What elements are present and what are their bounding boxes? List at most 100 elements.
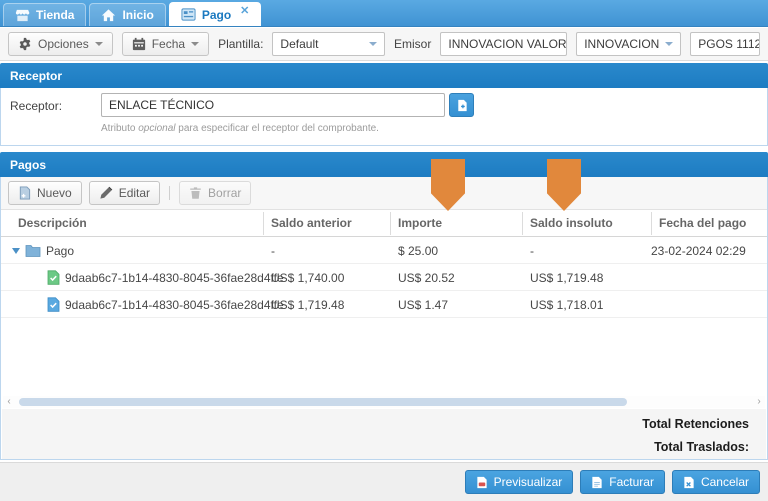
column-header-descripcion[interactable]: Descripción [18,216,87,230]
tab-pago[interactable]: Pago ✕ [169,2,262,26]
column-separator [263,212,264,235]
home-icon [101,8,116,23]
plantilla-label: Plantilla: [218,37,263,51]
emisor-combobox[interactable]: INNOVACION VALOR [440,32,567,56]
row-importe: US$ 1.47 [398,298,448,312]
receptor-panel: Receptor Receptor: Atributo opcional par… [0,63,768,146]
plantilla-value: Default [280,37,318,51]
chevron-down-icon [665,42,673,46]
scrollbar-track[interactable] [15,397,753,407]
scroll-left-icon[interactable]: ‹ [3,397,15,407]
add-document-icon [456,99,468,112]
fecha-button[interactable]: Fecha [122,32,209,56]
borrar-label: Borrar [208,186,241,200]
column-header-fecha-del-pago[interactable]: Fecha del pago [659,216,746,230]
document-check-green-icon [47,270,60,285]
row-saldo-insoluto: US$ 1,718.01 [530,298,603,312]
toolbar-separator [169,186,170,200]
row-saldo-insoluto: US$ 1,719.48 [530,271,603,285]
total-retenciones-label: Total Retenciones [642,417,749,431]
pencil-icon [99,186,113,200]
chevron-down-icon [369,42,377,46]
borrar-button[interactable]: Borrar [179,181,251,205]
row-fecha-del-pago: 23-02-2024 02:29 [651,244,746,258]
nuevo-label: Nuevo [37,186,72,200]
table-row-pago[interactable]: Pago - $ 25.00 - 23-02-2024 02:29 [1,237,767,264]
pagos-panel: Pagos Nuevo Editar [0,152,768,460]
calendar-icon [132,37,146,51]
tab-label: Inicio [122,8,153,22]
chevron-down-icon [191,42,199,46]
nuevo-button[interactable]: Nuevo [8,181,82,205]
grid-header-row: Descripción Saldo anterior Importe Saldo… [1,210,767,237]
sucursal-value: INNOVACION MATRIZ [584,37,659,51]
opciones-label: Opciones [38,37,89,51]
add-receptor-button[interactable] [449,93,474,117]
editar-button[interactable]: Editar [89,181,160,205]
facturar-button[interactable]: Facturar [580,470,665,494]
application-window: Tienda Inicio Pago ✕ Opciones [0,0,768,501]
pdf-preview-icon [476,476,488,489]
table-row-documento-1[interactable]: 9daab6c7-1b14-4830-8045-36fae28d4ffe US$… [1,264,767,291]
document-check-blue-icon [47,297,60,312]
row-saldo-anterior: US$ 1,719.48 [271,298,344,312]
form-icon [181,7,196,22]
totals-summary: Total Retenciones Total Traslados: Total… [2,409,766,460]
opciones-button[interactable]: Opciones [8,32,113,56]
tab-inicio[interactable]: Inicio [89,3,165,26]
horizontal-scrollbar[interactable]: ‹ › [3,396,765,408]
receptor-helper-text: Atributo opcional para especificar el re… [101,123,379,134]
plantilla-combobox[interactable]: Default [272,32,385,56]
receptor-panel-title: Receptor [10,69,62,83]
scroll-right-icon[interactable]: › [753,397,765,407]
gear-icon [18,37,32,51]
chevron-down-icon [95,42,103,46]
serie-value: PGOS 11124 [698,37,760,51]
tree-expander-icon[interactable] [12,248,20,254]
cancel-document-icon [683,476,695,489]
fecha-label: Fecha [152,37,185,51]
pagos-toolbar: Nuevo Editar Borrar [1,177,767,210]
receptor-input[interactable] [101,93,445,117]
cancelar-label: Cancelar [701,475,749,489]
new-document-icon [18,186,31,200]
column-separator [522,212,523,235]
tab-bar: Tienda Inicio Pago ✕ [0,0,768,27]
serie-combobox[interactable]: PGOS 11124 [690,32,760,56]
tab-close-icon[interactable]: ✕ [240,4,249,17]
total-traslados-label: Total Traslados: [654,440,749,454]
previsualizar-label: Previsualizar [494,475,563,489]
row-description: 9daab6c7-1b14-4830-8045-36fae28d4ffe [65,271,284,285]
row-importe: $ 25.00 [398,244,438,258]
row-importe: US$ 20.52 [398,271,455,285]
previsualizar-button[interactable]: Previsualizar [465,470,574,494]
scrollbar-thumb[interactable] [19,398,627,406]
column-separator [651,212,652,235]
row-saldo-anterior: - [271,244,275,258]
receptor-panel-header: Receptor [0,63,768,88]
folder-icon [25,244,41,257]
facturar-label: Facturar [609,475,654,489]
column-header-saldo-anterior[interactable]: Saldo anterior [271,216,352,230]
column-header-saldo-insoluto[interactable]: Saldo insoluto [530,216,613,230]
store-icon [15,8,30,23]
table-row-documento-2[interactable]: 9daab6c7-1b14-4830-8045-36fae28d4ffe US$… [1,291,767,318]
editar-label: Editar [119,186,150,200]
pagos-panel-header: Pagos [0,152,768,177]
invoice-document-icon [591,476,603,489]
cancelar-button[interactable]: Cancelar [672,470,760,494]
trash-icon [189,186,202,200]
tab-tienda[interactable]: Tienda [3,3,86,26]
receptor-field-label: Receptor: [10,99,62,113]
emisor-value: INNOVACION VALOR [448,37,566,51]
emisor-label: Emisor [394,37,431,51]
sucursal-combobox[interactable]: INNOVACION MATRIZ [576,32,681,56]
column-header-importe[interactable]: Importe [398,216,442,230]
tab-label: Pago [202,8,231,22]
tab-label: Tienda [36,8,74,22]
row-saldo-insoluto: - [530,244,534,258]
footer-button-bar: Previsualizar Facturar Cancelar [0,462,768,501]
pagos-panel-title: Pagos [10,158,46,172]
main-toolbar: Opciones Fecha Plantilla: Default Emisor… [0,28,768,61]
row-saldo-anterior: US$ 1,740.00 [271,271,344,285]
